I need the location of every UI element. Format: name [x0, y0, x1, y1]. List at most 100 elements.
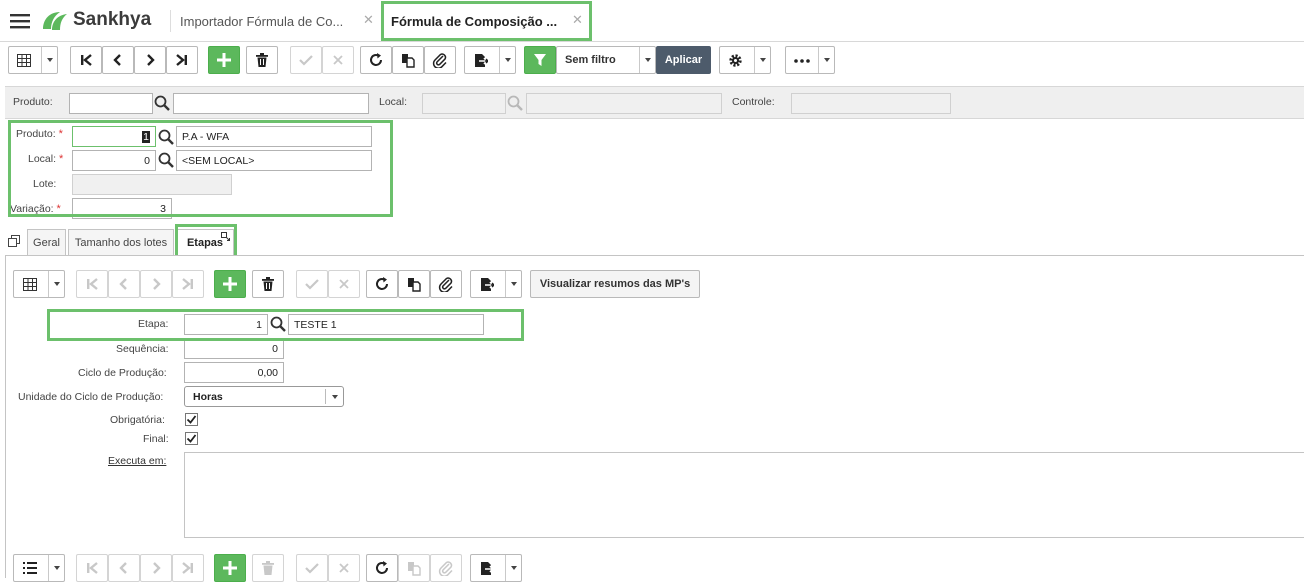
first-icon	[87, 278, 98, 290]
tab-geral[interactable]: Geral	[27, 229, 66, 255]
close-icon[interactable]: ✕	[572, 12, 583, 28]
chevron-down-icon[interactable]	[505, 555, 521, 581]
delete-button[interactable]	[246, 46, 278, 74]
expand-icon[interactable]	[221, 232, 230, 241]
chevron-down-icon[interactable]	[48, 271, 64, 297]
filter-select[interactable]: Sem filtro	[556, 46, 656, 74]
confirm-button[interactable]	[296, 270, 328, 298]
settings-button[interactable]	[719, 46, 771, 74]
produto-code-value: 1	[142, 130, 150, 143]
filter-bar: Produto: Local: Controle:	[5, 86, 1304, 119]
gear-icon	[728, 53, 743, 68]
produto-label-wrap: Produto: *	[16, 128, 63, 140]
chevron-down-icon[interactable]	[48, 555, 64, 581]
chevron-down-icon[interactable]	[505, 271, 521, 297]
unidade-ciclo-select[interactable]: Horas	[184, 386, 344, 407]
chevron-down-icon[interactable]	[818, 47, 834, 73]
refresh-icon	[370, 53, 382, 66]
close-icon[interactable]: ✕	[363, 12, 374, 28]
filter-local-label: Local:	[379, 96, 408, 108]
filter-local-code-input[interactable]	[422, 93, 506, 114]
app-name: Sankhya	[73, 9, 152, 30]
plus-icon	[223, 277, 237, 291]
lote-input[interactable]	[72, 174, 232, 195]
local-desc-input[interactable]: <SEM LOCAL>	[176, 150, 372, 171]
last-record-button[interactable]	[172, 270, 204, 298]
filter-produto-code-input[interactable]	[69, 93, 153, 114]
produto-code-input[interactable]: 1	[72, 126, 156, 147]
executa-em-link[interactable]: Executa em:	[108, 455, 166, 467]
tab-formula-composicao[interactable]: Fórmula de Composição ... ✕	[382, 0, 592, 42]
search-icon[interactable]	[507, 95, 523, 111]
ciclo-producao-label: Ciclo de Produção:	[78, 367, 167, 379]
sankhya-logo-icon	[40, 9, 70, 33]
copy-icon	[408, 561, 421, 576]
filter-icon	[534, 54, 546, 66]
next-record-button[interactable]	[140, 270, 172, 298]
grid-view-button[interactable]	[13, 270, 65, 298]
previous-record-button[interactable]	[108, 270, 140, 298]
executa-em-area[interactable]	[184, 452, 1304, 538]
cancel-button[interactable]	[322, 46, 354, 74]
variacao-input[interactable]: 3	[72, 198, 172, 219]
first-record-button[interactable]	[70, 46, 102, 74]
first-record-button[interactable]	[76, 270, 108, 298]
tab-etapas[interactable]: Etapas	[176, 229, 234, 256]
chevron-right-icon	[147, 54, 155, 66]
refresh-button[interactable]	[366, 270, 398, 298]
tab-importador-label: Importador Fórmula de Co...	[180, 13, 344, 29]
etapa-desc-input[interactable]: TESTE 1	[288, 314, 484, 335]
menu-icon[interactable]	[10, 13, 30, 29]
chevron-down-icon[interactable]	[639, 47, 655, 73]
tab-tamanho-lotes[interactable]: Tamanho dos lotes	[68, 229, 174, 255]
chevron-left-icon	[113, 54, 121, 66]
add-button[interactable]	[214, 270, 246, 298]
filter-button[interactable]	[524, 46, 556, 74]
search-icon[interactable]	[270, 316, 286, 332]
chevron-down-icon[interactable]	[754, 47, 770, 73]
apply-filter-button[interactable]: Aplicar	[656, 46, 711, 74]
etapa-code-value: 1	[256, 318, 262, 331]
attach-button[interactable]	[430, 270, 462, 298]
obrigatoria-checkbox[interactable]	[185, 413, 198, 426]
detach-icon[interactable]	[8, 235, 20, 247]
filter-controle-input[interactable]	[791, 93, 951, 114]
chevron-down-icon[interactable]	[41, 47, 57, 73]
paperclip-icon	[432, 53, 447, 68]
search-icon[interactable]	[154, 95, 170, 111]
final-checkbox[interactable]	[185, 432, 198, 445]
delete-button[interactable]	[252, 270, 284, 298]
duplicate-button[interactable]	[398, 270, 430, 298]
search-icon[interactable]	[158, 129, 174, 145]
filter-local-desc-input[interactable]	[526, 93, 722, 114]
duplicate-button[interactable]	[392, 46, 424, 74]
produto-desc-input[interactable]: P.A - WFA	[176, 126, 372, 147]
sequencia-input[interactable]: 0	[184, 338, 284, 359]
local-code-input[interactable]: 0	[72, 150, 156, 171]
view-summaries-button[interactable]: Visualizar resumos das MP's	[530, 270, 700, 298]
export-button[interactable]	[464, 46, 516, 74]
attach-button[interactable]	[424, 46, 456, 74]
grid-view-button[interactable]	[8, 46, 58, 74]
more-options-button[interactable]	[785, 46, 835, 74]
previous-record-button[interactable]	[102, 46, 134, 74]
export-button[interactable]	[470, 270, 522, 298]
check-icon	[186, 434, 197, 443]
last-record-button[interactable]	[166, 46, 198, 74]
chevron-down-icon	[325, 389, 343, 404]
paperclip-icon	[438, 561, 453, 576]
tab-importador[interactable]: Importador Fórmula de Co... ✕	[180, 0, 380, 42]
refresh-button[interactable]	[360, 46, 392, 74]
filter-produto-desc-input[interactable]	[173, 93, 369, 114]
cancel-button[interactable]	[328, 270, 360, 298]
header-divider	[170, 10, 171, 32]
search-icon[interactable]	[158, 152, 174, 168]
confirm-button[interactable]	[290, 46, 322, 74]
next-record-button[interactable]	[134, 46, 166, 74]
chevron-down-icon[interactable]	[499, 47, 515, 73]
etapa-code-input[interactable]: 1	[184, 314, 268, 335]
add-button[interactable]	[208, 46, 240, 74]
ciclo-producao-input[interactable]: 0,00	[184, 362, 284, 383]
last-icon	[176, 54, 187, 66]
last-icon	[182, 562, 193, 574]
